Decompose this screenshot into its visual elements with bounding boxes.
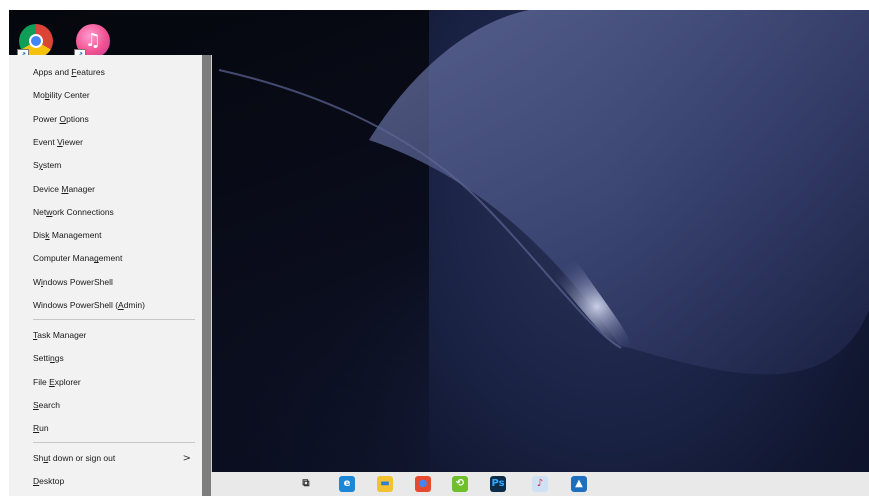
menu-item[interactable]: Run <box>9 417 201 440</box>
menu-item-label: Setti <box>33 353 51 364</box>
menu-item-label: gs <box>54 353 64 364</box>
photoshop-icon[interactable]: Ps <box>490 476 506 492</box>
menu-item-label: iewer <box>62 136 83 147</box>
menu-item-label: Windows PowerShell ( <box>33 300 119 310</box>
menu-item-label: stem <box>42 160 62 171</box>
menu-item[interactable]: Power Options <box>9 108 201 131</box>
menu-item-label: dmin) <box>123 300 145 310</box>
menu-item-label: Net <box>33 206 47 217</box>
menu-item-label: ement <box>98 253 123 264</box>
menu-item-label: Event <box>33 136 58 147</box>
menu-item[interactable]: Event Viewer <box>9 131 201 154</box>
chrome-desktop-icon[interactable]: ↗ <box>17 24 53 61</box>
menu-item-label: anager <box>68 183 95 194</box>
menu-item-label: un <box>39 423 49 434</box>
menu-item-label: eatures <box>76 67 105 77</box>
menu-item-label: ptions <box>66 113 89 124</box>
menu-item[interactable]: Task Manager <box>9 324 201 347</box>
menu-separator <box>33 319 195 320</box>
menu-item-label: ility Center <box>49 90 90 101</box>
menu-item[interactable]: Settings <box>9 347 201 370</box>
menu-item-label: Mo <box>33 90 45 101</box>
menu-item[interactable]: Mobility Center <box>9 84 201 107</box>
menu-item-label: Management <box>49 230 102 241</box>
photos-icon[interactable]: ▲ <box>571 476 587 492</box>
music-note-icon: ♫ <box>84 30 102 51</box>
menu-item[interactable]: Computer Management <box>9 247 201 270</box>
menu-item-label: Power <box>33 113 60 124</box>
menu-item-label: File <box>33 376 50 387</box>
menu-item[interactable]: Device Manager <box>9 178 201 201</box>
menu-item-label: ask Manager <box>37 330 87 340</box>
menu-item-label: ndows PowerShell <box>42 276 113 287</box>
menu-item-label: Sh <box>33 453 44 463</box>
menu-item-label: Computer Mana <box>33 253 94 264</box>
itunes-taskbar-icon[interactable]: ♪ <box>532 476 548 492</box>
menu-item[interactable]: Windows PowerShell (Admin) <box>9 294 201 317</box>
menu-item-label: Device <box>33 183 62 194</box>
menu-item[interactable]: Search <box>9 394 201 417</box>
menu-separator <box>33 442 195 443</box>
menu-item-label: t down or sign out <box>48 453 116 463</box>
menu-item[interactable]: Apps and Features <box>9 61 201 84</box>
edge-icon[interactable]: e <box>339 476 355 492</box>
menu-item-label: Dis <box>33 230 46 241</box>
menu-scrollbar[interactable] <box>202 55 211 496</box>
menu-item[interactable]: Disk Management <box>9 224 201 247</box>
chevron-right-icon: > <box>182 453 191 464</box>
menu-item[interactable]: Windows PowerShell <box>9 271 201 294</box>
file-explorer-icon[interactable]: ▬ <box>377 476 393 492</box>
menu-item[interactable]: Network Connections <box>9 201 201 224</box>
menu-item-label: xplorer <box>54 376 81 387</box>
task-view-icon[interactable]: ⧉ <box>298 476 314 492</box>
chrome-taskbar-icon[interactable]: ● <box>415 476 431 492</box>
menu-item[interactable]: System <box>9 154 201 177</box>
taskbar: ⧉ e ▬ ● ⟲ Ps ♪ ▲ <box>211 472 869 496</box>
menu-item-label: esktop <box>39 476 65 487</box>
menu-item-label: W <box>33 276 42 287</box>
menu-item[interactable]: Shut down or sign out > <box>9 447 201 470</box>
menu-item[interactable]: File Explorer <box>9 371 201 394</box>
itunes-desktop-icon[interactable]: ♫ ↗ <box>74 24 110 61</box>
menu-item-label: Apps and <box>33 67 72 77</box>
menu-item-label: earch <box>38 399 60 410</box>
power-user-menu: Apps and Features Mobility Center Power Op… <box>9 55 212 496</box>
menu-item-label: ork Connections <box>52 206 114 217</box>
green-app-icon[interactable]: ⟲ <box>452 476 468 492</box>
menu-item[interactable]: Desktop <box>9 470 201 493</box>
